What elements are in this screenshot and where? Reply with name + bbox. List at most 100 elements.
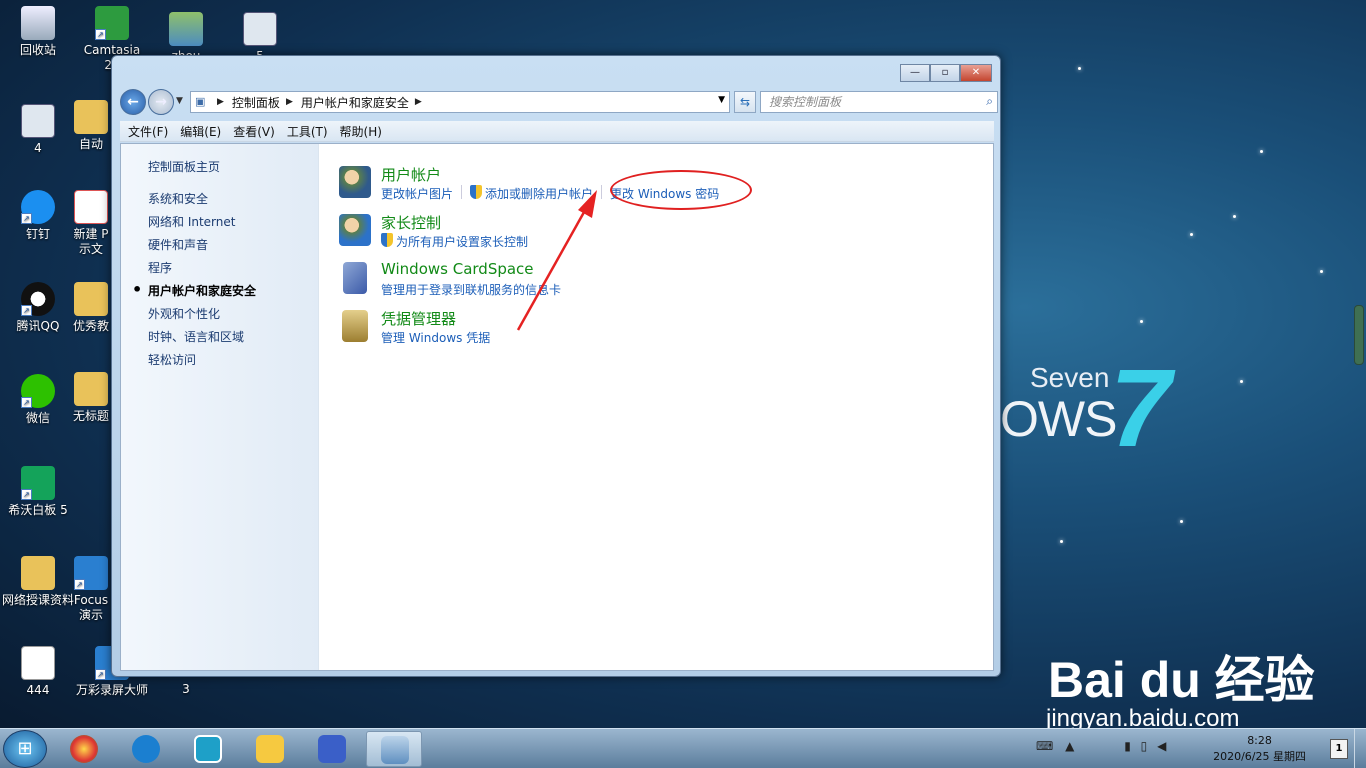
nav-appearance[interactable]: 外观和个性化: [148, 305, 256, 328]
show-desktop-button[interactable]: [1354, 729, 1366, 768]
nav-network-internet[interactable]: 网络和 Internet: [148, 213, 256, 236]
desktop-icon-label: 微信: [25, 411, 50, 425]
breadcrumb-separator-icon[interactable]: ▶: [286, 97, 293, 107]
desktop-icon-label: 新建 P 示文: [73, 227, 109, 256]
navigation-bar: ← → ▼ ▣ ▶ 控制面板 ▶ 用户帐户和家庭安全 ▶ ▼ ⇆ ⌕: [120, 88, 998, 116]
desktop-icon-label: 网络授课资料: [2, 593, 75, 607]
desktop-icon-label: 自动: [78, 137, 103, 151]
category-title[interactable]: 家长控制: [381, 212, 441, 233]
taskbar-app-360[interactable]: [56, 731, 112, 767]
side-gadget-bar: [1354, 305, 1364, 365]
power-icon[interactable]: ▯: [1141, 739, 1148, 753]
video-file-icon: [21, 646, 55, 680]
network-icon[interactable]: ▮: [1124, 739, 1131, 753]
star: [1180, 520, 1183, 523]
close-button[interactable]: ✕: [960, 64, 992, 82]
link-change-account-picture[interactable]: 更改帐户图片: [381, 185, 453, 202]
desktop-icon-qq[interactable]: ↗ 腾讯QQ: [2, 282, 74, 334]
star: [1240, 380, 1243, 383]
desktop-icon-auto[interactable]: 自动: [70, 100, 112, 152]
folder-icon: [21, 556, 55, 590]
action-center-icon[interactable]: 1: [1330, 739, 1348, 759]
image-file-icon: [169, 12, 203, 46]
wps-icon: [318, 735, 346, 763]
search-input[interactable]: [761, 92, 966, 112]
nav-programs[interactable]: 程序: [148, 259, 256, 282]
desktop-icon-dingtalk[interactable]: ↗ 钉钉: [2, 190, 74, 242]
desktop-icon-seewo[interactable]: ↗ 希沃白板 5: [2, 466, 74, 518]
nav-system-security[interactable]: 系统和安全: [148, 190, 256, 213]
search-icon[interactable]: ⌕: [986, 94, 993, 109]
back-arrow-icon: ←: [127, 94, 139, 110]
forward-button[interactable]: →: [148, 89, 174, 115]
address-dropdown-icon[interactable]: ▼: [718, 95, 725, 105]
breadcrumb-user-accounts[interactable]: 用户帐户和家庭安全: [301, 94, 409, 111]
desktop-icon-3[interactable]: 3: [150, 682, 222, 697]
control-panel-home-link[interactable]: 控制面板主页: [148, 158, 220, 175]
start-button[interactable]: ⊞: [3, 730, 47, 768]
refresh-button[interactable]: ⇆: [734, 91, 756, 113]
volume-icon[interactable]: ◀: [1157, 739, 1166, 753]
category-title[interactable]: 用户帐户: [381, 164, 441, 185]
desktop-icon-label: 4: [34, 141, 42, 155]
back-button[interactable]: ←: [120, 89, 146, 115]
desktop-icon-4[interactable]: 4: [2, 104, 74, 156]
menu-edit[interactable]: 编辑(E): [180, 123, 221, 140]
address-bar[interactable]: ▣ ▶ 控制面板 ▶ 用户帐户和家庭安全 ▶ ▼: [190, 91, 730, 113]
link-separator: [601, 185, 603, 199]
desktop-icon-label: 无标题: [72, 409, 109, 423]
taskbar-app-v[interactable]: [180, 731, 236, 767]
wechat-icon: ↗: [21, 374, 55, 408]
search-box[interactable]: ⌕: [760, 91, 998, 113]
credential-vault-icon: [342, 310, 368, 342]
desktop-icon-focus[interactable]: ↗ Focus 演示: [70, 556, 112, 623]
taskbar-app-ie[interactable]: [118, 731, 174, 767]
desktop-icon-wechat[interactable]: ↗ 微信: [2, 374, 74, 426]
menu-help[interactable]: 帮助(H): [340, 123, 382, 140]
desktop-icon-444[interactable]: 444: [2, 646, 74, 698]
link-change-windows-password[interactable]: 更改 Windows 密码: [610, 185, 719, 202]
desktop-icon-new-ppt[interactable]: 新建 P 示文: [70, 190, 112, 257]
breadcrumb-separator-icon[interactable]: ▶: [217, 97, 224, 107]
minimize-button[interactable]: —: [900, 64, 930, 82]
clock[interactable]: 8:28 2020/6/25 星期四: [1213, 733, 1306, 765]
keyboard-icon[interactable]: ⌨: [1036, 739, 1053, 753]
desktop-icon-label: 优秀教: [72, 319, 109, 333]
taskbar-app-control-panel[interactable]: [366, 731, 422, 767]
control-panel-window[interactable]: — ▫ ✕ ← → ▼ ▣ ▶ 控制面板 ▶ 用户帐户和家庭安全 ▶ ▼ ⇆ ⌕…: [111, 55, 1001, 677]
desktop-icon-label: 万彩录屏大师: [76, 683, 149, 697]
user-accounts-icon: [339, 166, 371, 198]
taskbar: ⊞ ⌨ ▲ ▮ ▯ ◀ 8:28 2020/6/25 星期四 1: [0, 728, 1366, 768]
tray-expand-icon[interactable]: ▲: [1065, 739, 1074, 753]
nav-clock-language-region[interactable]: 时钟、语言和区域: [148, 328, 256, 351]
desktop-icon-youxiu[interactable]: 优秀教: [70, 282, 112, 334]
star: [1260, 150, 1263, 153]
taskbar-app-star[interactable]: [242, 731, 298, 767]
breadcrumb-control-panel[interactable]: 控制面板: [232, 94, 280, 111]
star-app-icon: [256, 735, 284, 763]
maximize-button[interactable]: ▫: [930, 64, 960, 82]
desktop-icon-label: 希沃白板 5: [8, 503, 68, 517]
nav-user-accounts-family[interactable]: 用户帐户和家庭安全: [132, 280, 256, 305]
menu-view[interactable]: 查看(V): [233, 123, 275, 140]
focusky-icon: ↗: [74, 556, 108, 590]
menu-tools[interactable]: 工具(T): [287, 123, 328, 140]
star: [1233, 215, 1236, 218]
link-add-remove-accounts[interactable]: 添加或删除用户帐户: [485, 185, 593, 202]
category-links: 管理用于登录到联机服务的信息卡: [381, 281, 561, 298]
nav-ease-of-access[interactable]: 轻松访问: [148, 351, 256, 374]
link-manage-info-cards[interactable]: 管理用于登录到联机服务的信息卡: [381, 281, 561, 298]
taskbar-app-wps[interactable]: [304, 731, 360, 767]
link-set-parental-controls[interactable]: 为所有用户设置家长控制: [396, 233, 528, 250]
recent-pages-dropdown[interactable]: ▼: [176, 96, 183, 106]
category-title[interactable]: 凭据管理器: [381, 308, 456, 329]
nav-hardware-sound[interactable]: 硬件和声音: [148, 236, 256, 259]
desktop-icon-untitled[interactable]: 无标题: [70, 372, 112, 424]
breadcrumb-separator-icon[interactable]: ▶: [415, 97, 422, 107]
desktop-icon-recycle-bin[interactable]: 回收站: [2, 6, 74, 58]
link-manage-windows-credentials[interactable]: 管理 Windows 凭据: [381, 329, 490, 346]
uac-shield-icon: [381, 233, 393, 247]
menu-file[interactable]: 文件(F): [128, 123, 168, 140]
desktop-icon-network-course[interactable]: 网络授课资料: [2, 556, 74, 608]
category-title[interactable]: Windows CardSpace: [381, 260, 534, 278]
